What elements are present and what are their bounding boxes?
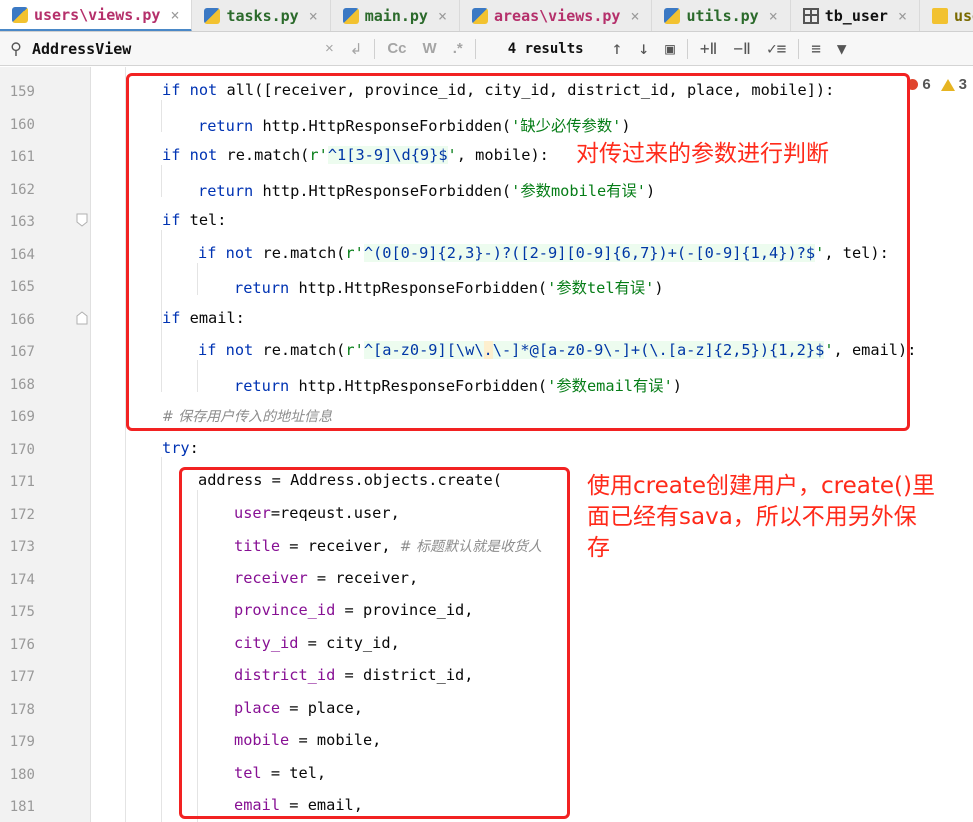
close-icon[interactable]: ×: [170, 6, 179, 24]
line-number: 180: [9, 766, 35, 783]
line-number: 177: [9, 669, 35, 685]
separator: [798, 38, 800, 59]
create-highlight-box: [179, 467, 570, 819]
create-annotation-line3: 存: [587, 535, 610, 561]
tab-label: main.py: [364, 7, 428, 25]
filter-options-icon[interactable]: ≡: [803, 39, 829, 58]
add-occurrence-icon[interactable]: +Ⅱ: [692, 39, 726, 58]
error-count: 6: [922, 76, 931, 93]
remove-occurrence-icon[interactable]: −Ⅱ: [725, 39, 759, 58]
match-case-button[interactable]: Cc: [379, 40, 414, 57]
python-file-icon: [12, 6, 28, 23]
code-line: 170 try:: [0, 433, 973, 466]
close-icon[interactable]: ×: [630, 7, 639, 25]
tab-user-js[interactable]: user: [920, 0, 973, 31]
tab-main[interactable]: main.py ×: [331, 0, 460, 31]
fold-icon[interactable]: [76, 310, 88, 325]
regex-button[interactable]: .*: [445, 40, 471, 57]
python-file-icon: [664, 8, 681, 24]
close-icon[interactable]: ×: [438, 7, 447, 25]
line-number: 163: [9, 214, 35, 230]
tab-label: utils.py: [686, 7, 759, 25]
tab-label: users\views.py: [34, 5, 161, 24]
tab-tb-user[interactable]: tb_user ×: [791, 0, 920, 31]
line-number: 172: [9, 506, 35, 523]
new-line-icon[interactable]: ↲: [342, 40, 371, 58]
code-text: try:: [162, 438, 199, 457]
line-number: 173: [9, 539, 35, 555]
tab-label: tasks.py: [226, 7, 299, 25]
line-number: 170: [9, 441, 35, 458]
fold-icon[interactable]: [76, 213, 88, 227]
inspection-widget[interactable]: 6 3: [907, 76, 967, 93]
search-icon[interactable]: ⚲: [0, 39, 32, 58]
select-all-occurrences-icon[interactable]: ▣: [657, 39, 683, 58]
tab-users-views[interactable]: users\views.py ×: [0, 0, 193, 31]
line-number: 162: [9, 181, 35, 198]
close-icon[interactable]: ×: [898, 7, 907, 25]
tab-label: areas\views.py: [494, 7, 621, 25]
line-number: 165: [9, 279, 35, 295]
search-input[interactable]: [32, 39, 317, 58]
line-number: 159: [9, 84, 35, 100]
select-all-icon[interactable]: ✓≡: [759, 39, 794, 58]
separator: [686, 38, 688, 59]
create-annotation-line2: 面已经有sava，所以不用另外保: [587, 504, 917, 530]
whole-words-button[interactable]: W: [415, 40, 445, 57]
line-number: 166: [9, 311, 35, 328]
line-number: 171: [9, 474, 35, 490]
find-bar: ⚲ × ↲ Cc W .* 4 results ↑ ↓ ▣ +Ⅱ −Ⅱ ✓≡ ≡…: [0, 32, 973, 66]
close-icon[interactable]: ×: [769, 7, 778, 25]
editor-tab-bar: users\views.py × tasks.py × main.py × ar…: [0, 0, 973, 32]
line-number: 164: [9, 246, 35, 263]
filter-icon[interactable]: ▼: [829, 39, 855, 58]
clear-search-icon[interactable]: ×: [317, 40, 342, 57]
line-number: 160: [9, 116, 35, 133]
line-number: 175: [9, 604, 35, 620]
line-number: 169: [9, 409, 35, 425]
line-number: 168: [9, 376, 35, 393]
line-number: 167: [9, 344, 35, 360]
create-annotation-line1: 使用create创建用户，create()里: [587, 473, 935, 499]
python-file-icon: [472, 8, 488, 24]
arrow-up-icon[interactable]: ↑: [604, 38, 631, 59]
tab-tasks[interactable]: tasks.py ×: [192, 0, 331, 31]
tab-label: user: [954, 7, 973, 25]
separator: [474, 38, 476, 59]
line-number: 176: [9, 636, 35, 653]
line-number: 178: [9, 701, 35, 718]
warning-count: 3: [958, 76, 967, 93]
tab-label: tb_user: [824, 7, 888, 25]
line-number: 161: [9, 149, 35, 165]
line-number: 181: [9, 799, 35, 815]
validation-highlight-box: [126, 73, 910, 431]
js-file-icon: [932, 8, 948, 24]
python-file-icon: [204, 8, 221, 24]
line-number: 179: [9, 734, 35, 750]
close-icon[interactable]: ×: [309, 7, 318, 25]
line-number: 174: [9, 571, 35, 588]
separator: [374, 38, 376, 59]
warning-icon: [940, 78, 955, 91]
result-count: 4 results: [507, 40, 584, 57]
tab-areas-views[interactable]: areas\views.py ×: [460, 0, 653, 31]
table-icon: [802, 8, 819, 24]
arrow-down-icon[interactable]: ↓: [630, 38, 657, 59]
tab-utils[interactable]: utils.py ×: [652, 0, 791, 31]
python-file-icon: [342, 8, 359, 24]
validation-annotation: 对传过来的参数进行判断: [576, 141, 829, 167]
